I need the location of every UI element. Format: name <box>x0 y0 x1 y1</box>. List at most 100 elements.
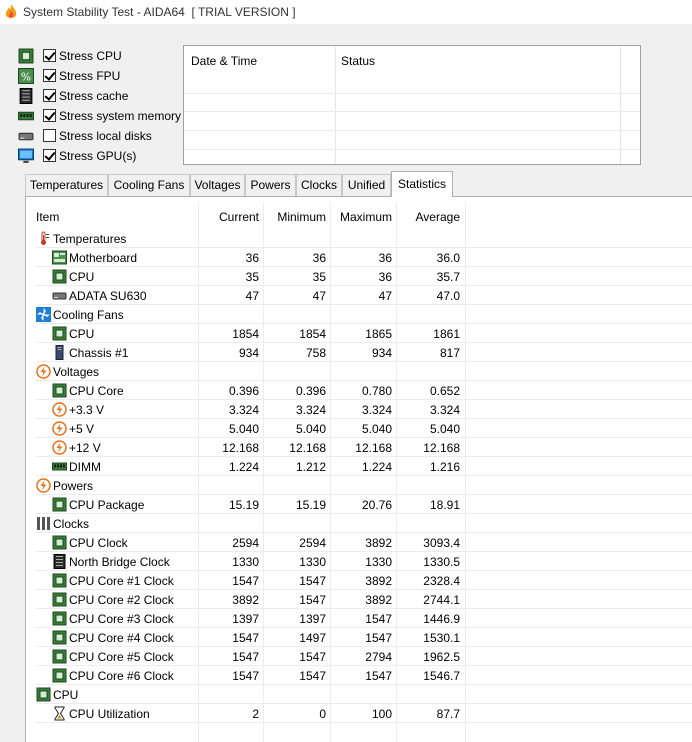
cell-current: 35 <box>245 270 259 284</box>
column-header-item[interactable]: Item <box>36 210 59 224</box>
group-row[interactable]: Cooling Fans <box>36 305 692 324</box>
stress-option-label: Stress GPU(s) <box>59 149 137 163</box>
cell-maximum: 12.168 <box>355 441 392 455</box>
table-row[interactable]: CPU Utilization 2 0 100 87.7 <box>36 704 692 723</box>
group-row[interactable]: Powers <box>36 476 692 495</box>
statistics-page: Item Current Minimum Maximum Average Tem… <box>25 197 692 742</box>
cell-average: 1530.1 <box>423 631 460 645</box>
stress-option[interactable]: Stress cache <box>18 87 188 105</box>
cell-minimum: 1397 <box>299 612 326 626</box>
group-row[interactable]: CPU <box>36 685 692 704</box>
log-column-divider <box>335 46 336 164</box>
table-row[interactable]: CPU 35 35 36 35.7 <box>36 267 692 286</box>
cell-average: 47.0 <box>436 289 460 303</box>
column-header-minimum[interactable]: Minimum <box>265 210 326 224</box>
row-label: Powers <box>53 479 94 493</box>
stress-option[interactable]: % Stress FPU <box>18 67 188 85</box>
table-row[interactable]: CPU Core #2 Clock 3892 1547 3892 2744.1 <box>36 590 692 609</box>
row-label: CPU Core #6 Clock <box>69 669 174 683</box>
memory-icon <box>52 459 67 474</box>
cell-minimum: 1547 <box>299 593 326 607</box>
table-row[interactable]: CPU 1854 1854 1865 1861 <box>36 324 692 343</box>
cell-current: 2594 <box>232 536 259 550</box>
cell-maximum: 47 <box>378 289 392 303</box>
tab-cooling-fans[interactable]: Cooling Fans <box>108 174 190 196</box>
stress-checkbox[interactable] <box>43 109 56 122</box>
memory-icon <box>18 108 34 124</box>
log-column-divider <box>620 46 621 164</box>
group-row[interactable]: Clocks <box>36 514 692 533</box>
row-label: CPU <box>69 270 95 284</box>
column-header-current[interactable]: Current <box>200 210 259 224</box>
tab-statistics[interactable]: Statistics <box>391 171 453 197</box>
cell-average: 1546.7 <box>423 669 460 683</box>
row-label: Cooling Fans <box>53 308 124 322</box>
table-row[interactable]: DIMM 1.224 1.212 1.224 1.216 <box>36 457 692 476</box>
cell-maximum: 2794 <box>365 650 392 664</box>
tab-temperatures[interactable]: Temperatures <box>25 174 108 196</box>
tab-clocks[interactable]: Clocks <box>296 174 342 196</box>
cell-minimum: 1547 <box>299 574 326 588</box>
cell-minimum: 36 <box>312 251 326 265</box>
log-table[interactable]: Date & Time Status <box>183 45 641 165</box>
statistics-table[interactable]: Item Current Minimum Maximum Average Tem… <box>36 202 692 742</box>
cell-maximum: 100 <box>371 707 392 721</box>
stress-checkbox[interactable] <box>43 69 56 82</box>
table-row[interactable]: CPU Core #3 Clock 1397 1397 1547 1446.9 <box>36 609 692 628</box>
table-row[interactable]: Motherboard 36 36 36 36.0 <box>36 248 692 267</box>
row-label: CPU <box>53 688 79 702</box>
table-row[interactable]: +12 V 12.168 12.168 12.168 12.168 <box>36 438 692 457</box>
stress-option[interactable]: Stress GPU(s) <box>18 147 188 165</box>
cpu-chip-icon <box>18 48 34 64</box>
table-row[interactable]: +5 V 5.040 5.040 5.040 5.040 <box>36 419 692 438</box>
table-row[interactable]: CPU Core #1 Clock 1547 1547 3892 2328.4 <box>36 571 692 590</box>
stress-option[interactable]: Stress local disks <box>18 127 188 145</box>
cell-current: 1547 <box>232 574 259 588</box>
stress-checkbox[interactable] <box>43 49 56 62</box>
cell-current: 0.396 <box>228 384 259 398</box>
column-header-average[interactable]: Average <box>398 210 460 224</box>
log-header-datetime[interactable]: Date & Time <box>191 54 257 68</box>
cell-maximum: 3892 <box>365 574 392 588</box>
stress-option-label: Stress local disks <box>59 129 152 143</box>
cell-maximum: 20.76 <box>361 498 392 512</box>
table-row[interactable]: ADATA SU630 47 47 47 47.0 <box>36 286 692 305</box>
stress-checkbox[interactable] <box>43 149 56 162</box>
table-row[interactable]: CPU Core #6 Clock 1547 1547 1547 1546.7 <box>36 666 692 685</box>
table-row[interactable]: North Bridge Clock 1330 1330 1330 1330.5 <box>36 552 692 571</box>
cell-current: 5.040 <box>228 422 259 436</box>
cell-minimum: 35 <box>312 270 326 284</box>
stress-option[interactable]: Stress system memory <box>18 107 188 125</box>
column-header-maximum[interactable]: Maximum <box>332 210 392 224</box>
cell-maximum: 1547 <box>365 669 392 683</box>
chassis-icon <box>52 345 67 360</box>
table-row[interactable]: CPU Package 15.19 15.19 20.76 18.91 <box>36 495 692 514</box>
table-row[interactable]: +3.3 V 3.324 3.324 3.324 3.324 <box>36 400 692 419</box>
group-row[interactable]: Voltages <box>36 362 692 381</box>
table-row[interactable]: CPU Core #5 Clock 1547 1547 2794 1962.5 <box>36 647 692 666</box>
stress-checkbox[interactable] <box>43 89 56 102</box>
stress-option-label: Stress CPU <box>59 49 122 63</box>
row-label: North Bridge Clock <box>69 555 170 569</box>
cell-minimum: 0.396 <box>295 384 326 398</box>
cell-average: 3093.4 <box>423 536 460 550</box>
stress-checkbox[interactable] <box>43 129 56 142</box>
table-row[interactable]: Chassis #1 934 758 934 817 <box>36 343 692 362</box>
table-row[interactable]: CPU Core 0.396 0.396 0.780 0.652 <box>36 381 692 400</box>
log-header-status[interactable]: Status <box>341 54 375 68</box>
cell-minimum: 12.168 <box>289 441 326 455</box>
tab-voltages[interactable]: Voltages <box>190 174 245 196</box>
table-row[interactable]: CPU Core #4 Clock 1547 1497 1547 1530.1 <box>36 628 692 647</box>
tab-unified[interactable]: Unified <box>342 174 391 196</box>
cpu-chip-icon <box>52 326 67 341</box>
cell-minimum: 1497 <box>299 631 326 645</box>
group-row[interactable]: Temperatures <box>36 229 692 248</box>
tab-powers[interactable]: Powers <box>245 174 296 196</box>
cell-maximum: 3.324 <box>361 403 392 417</box>
cell-maximum: 5.040 <box>361 422 392 436</box>
table-row[interactable]: CPU Clock 2594 2594 3892 3093.4 <box>36 533 692 552</box>
disk-icon <box>52 288 67 303</box>
stress-option[interactable]: Stress CPU <box>18 47 188 65</box>
cell-current: 1.224 <box>228 460 259 474</box>
cell-current: 36 <box>245 251 259 265</box>
